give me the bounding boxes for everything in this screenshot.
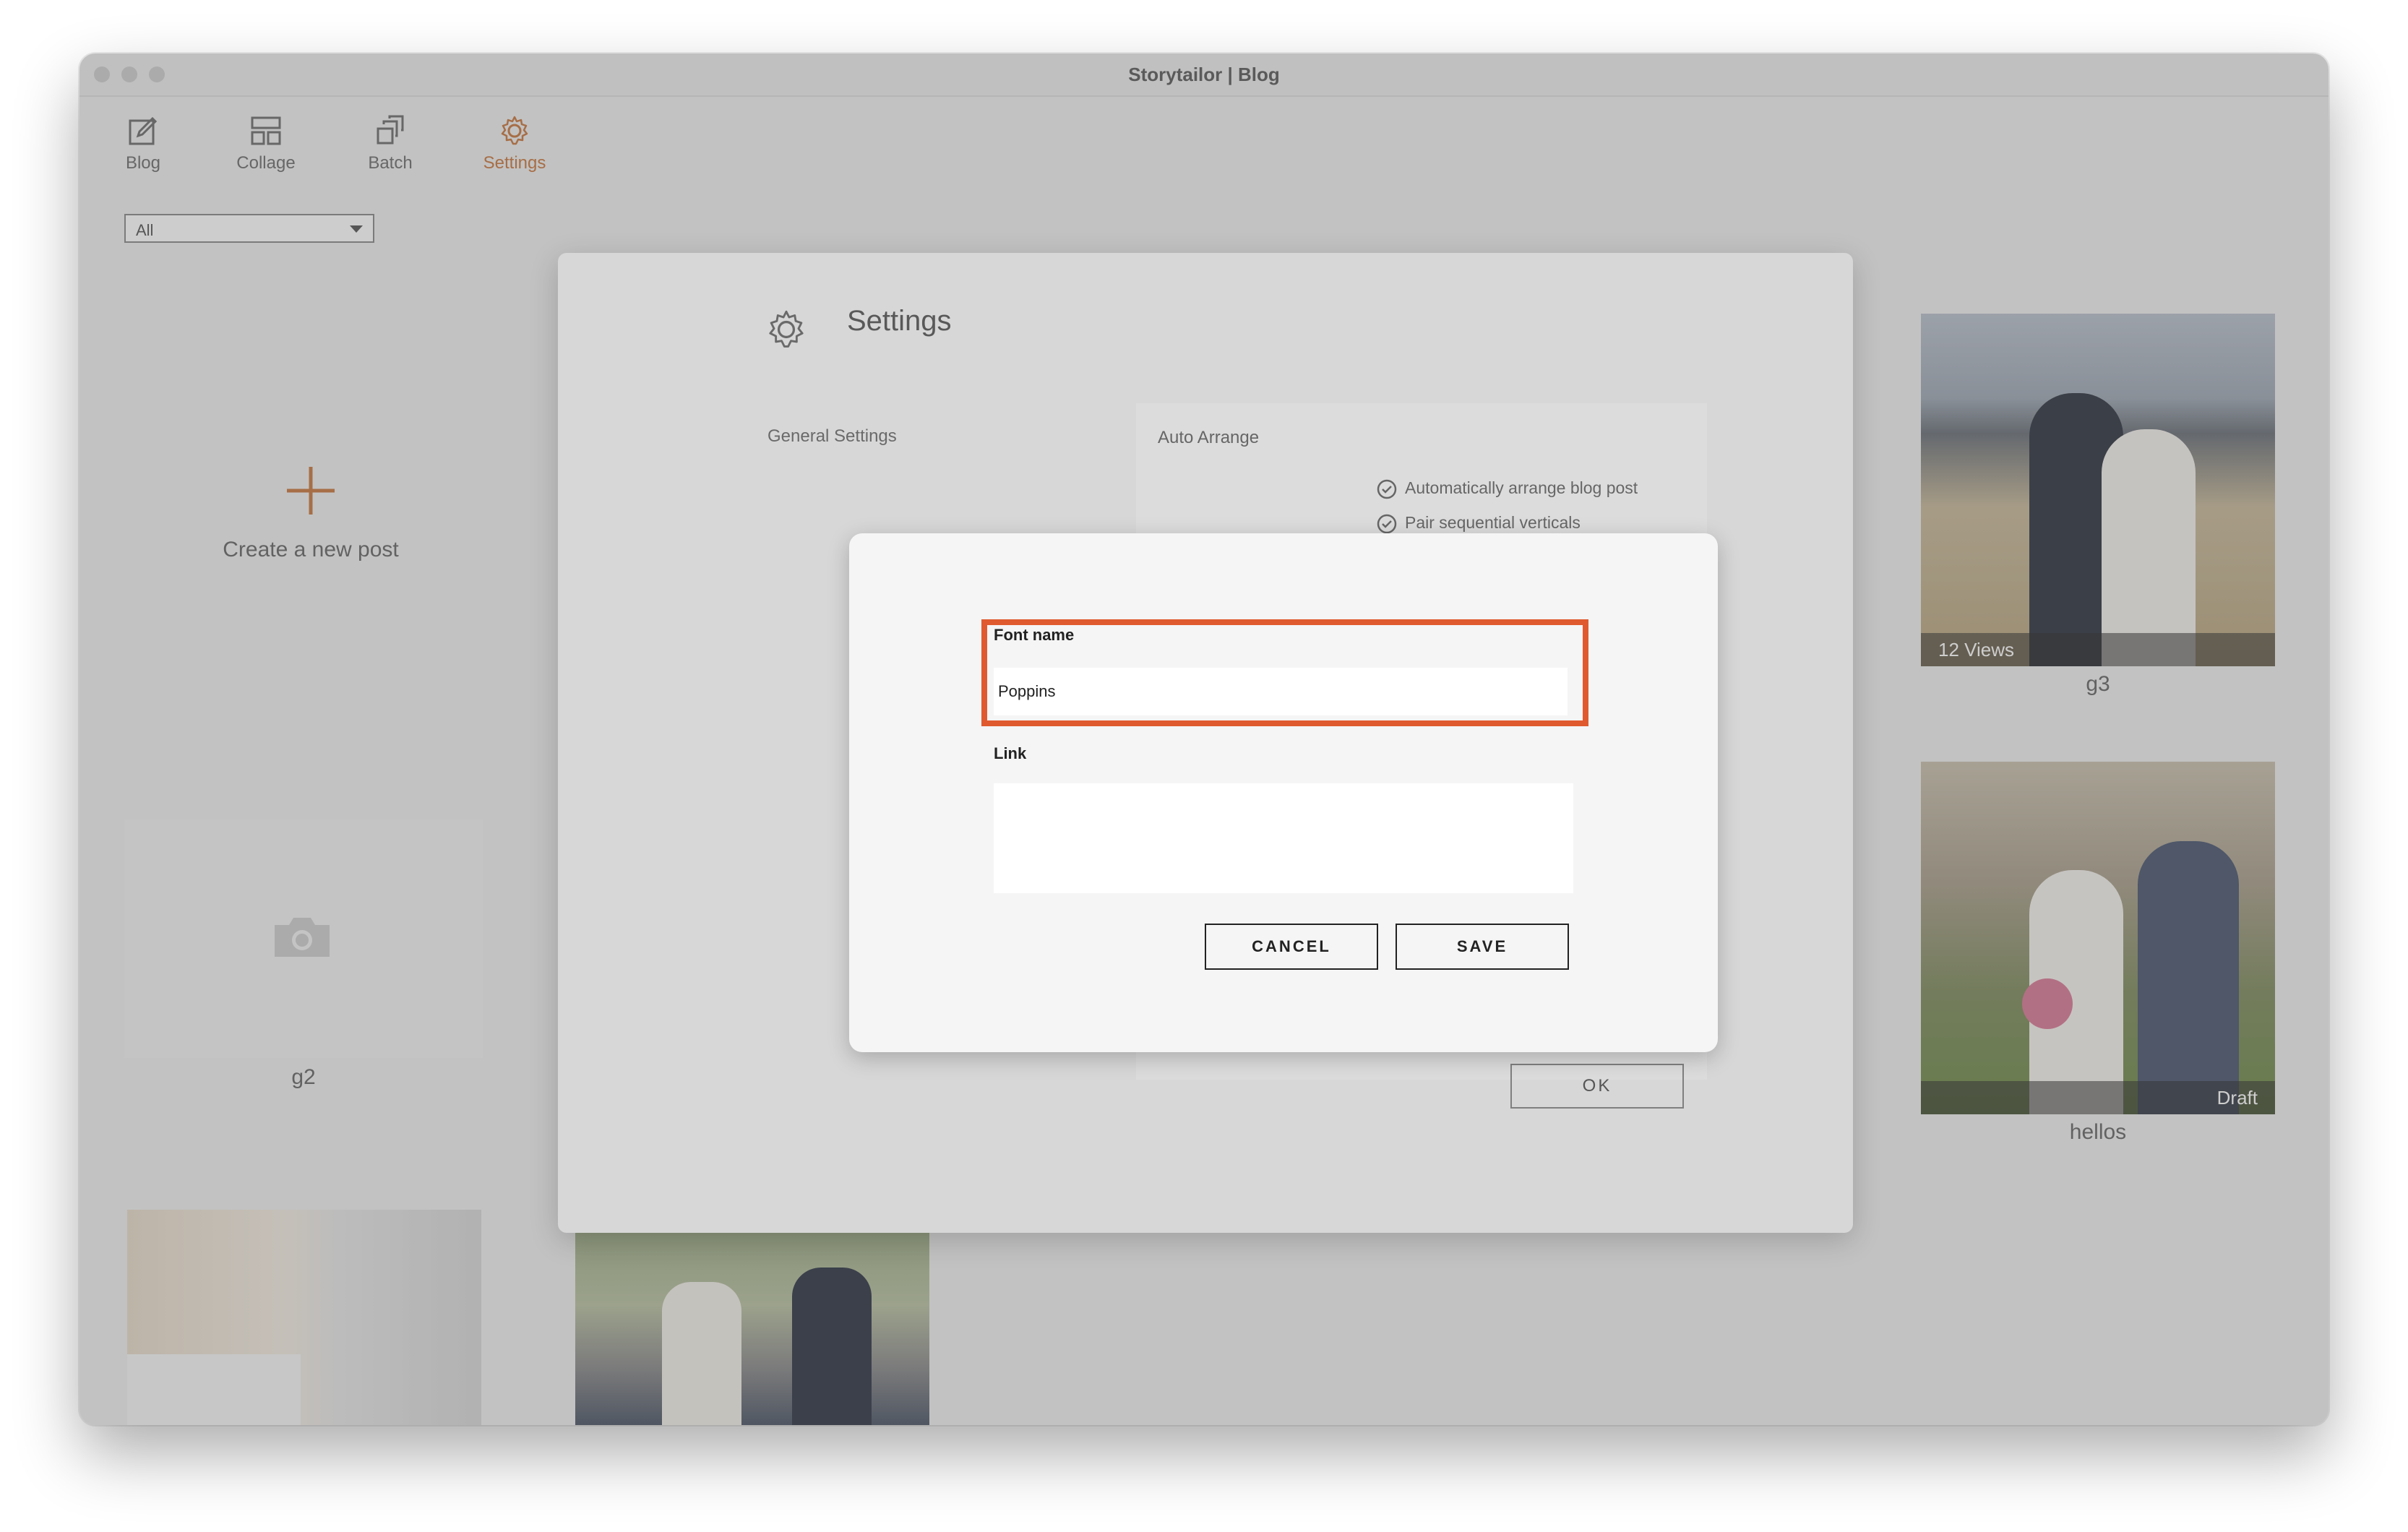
settings-ok-button[interactable]: OK	[1510, 1064, 1684, 1109]
pair-verticals-checkbox[interactable]: Pair sequential verticals	[1376, 513, 1581, 535]
gear-icon	[769, 310, 804, 348]
auto-arrange-check-label: Automatically arrange blog post	[1405, 478, 1638, 498]
app-window: Storytailor | Blog Blog Collage Batch Se…	[79, 53, 2329, 1425]
cancel-button[interactable]: CANCEL	[1205, 924, 1378, 970]
font-dialog: Font name Link CANCEL SAVE	[849, 533, 1718, 1052]
save-button[interactable]: SAVE	[1396, 924, 1569, 970]
font-name-input[interactable]	[994, 668, 1568, 715]
font-name-label: Font name	[994, 626, 1075, 644]
link-label: Link	[994, 744, 1027, 762]
auto-arrange-checkbox[interactable]: Automatically arrange blog post	[1376, 478, 1638, 500]
auto-arrange-label: Auto Arrange	[1158, 428, 1260, 447]
settings-title: Settings	[847, 305, 952, 337]
check-circle-icon	[1377, 479, 1397, 499]
pair-verticals-check-label: Pair sequential verticals	[1405, 513, 1581, 533]
settings-nav-general[interactable]: General Settings	[767, 426, 897, 447]
link-input[interactable]	[994, 783, 1573, 893]
check-circle-icon	[1377, 514, 1397, 534]
